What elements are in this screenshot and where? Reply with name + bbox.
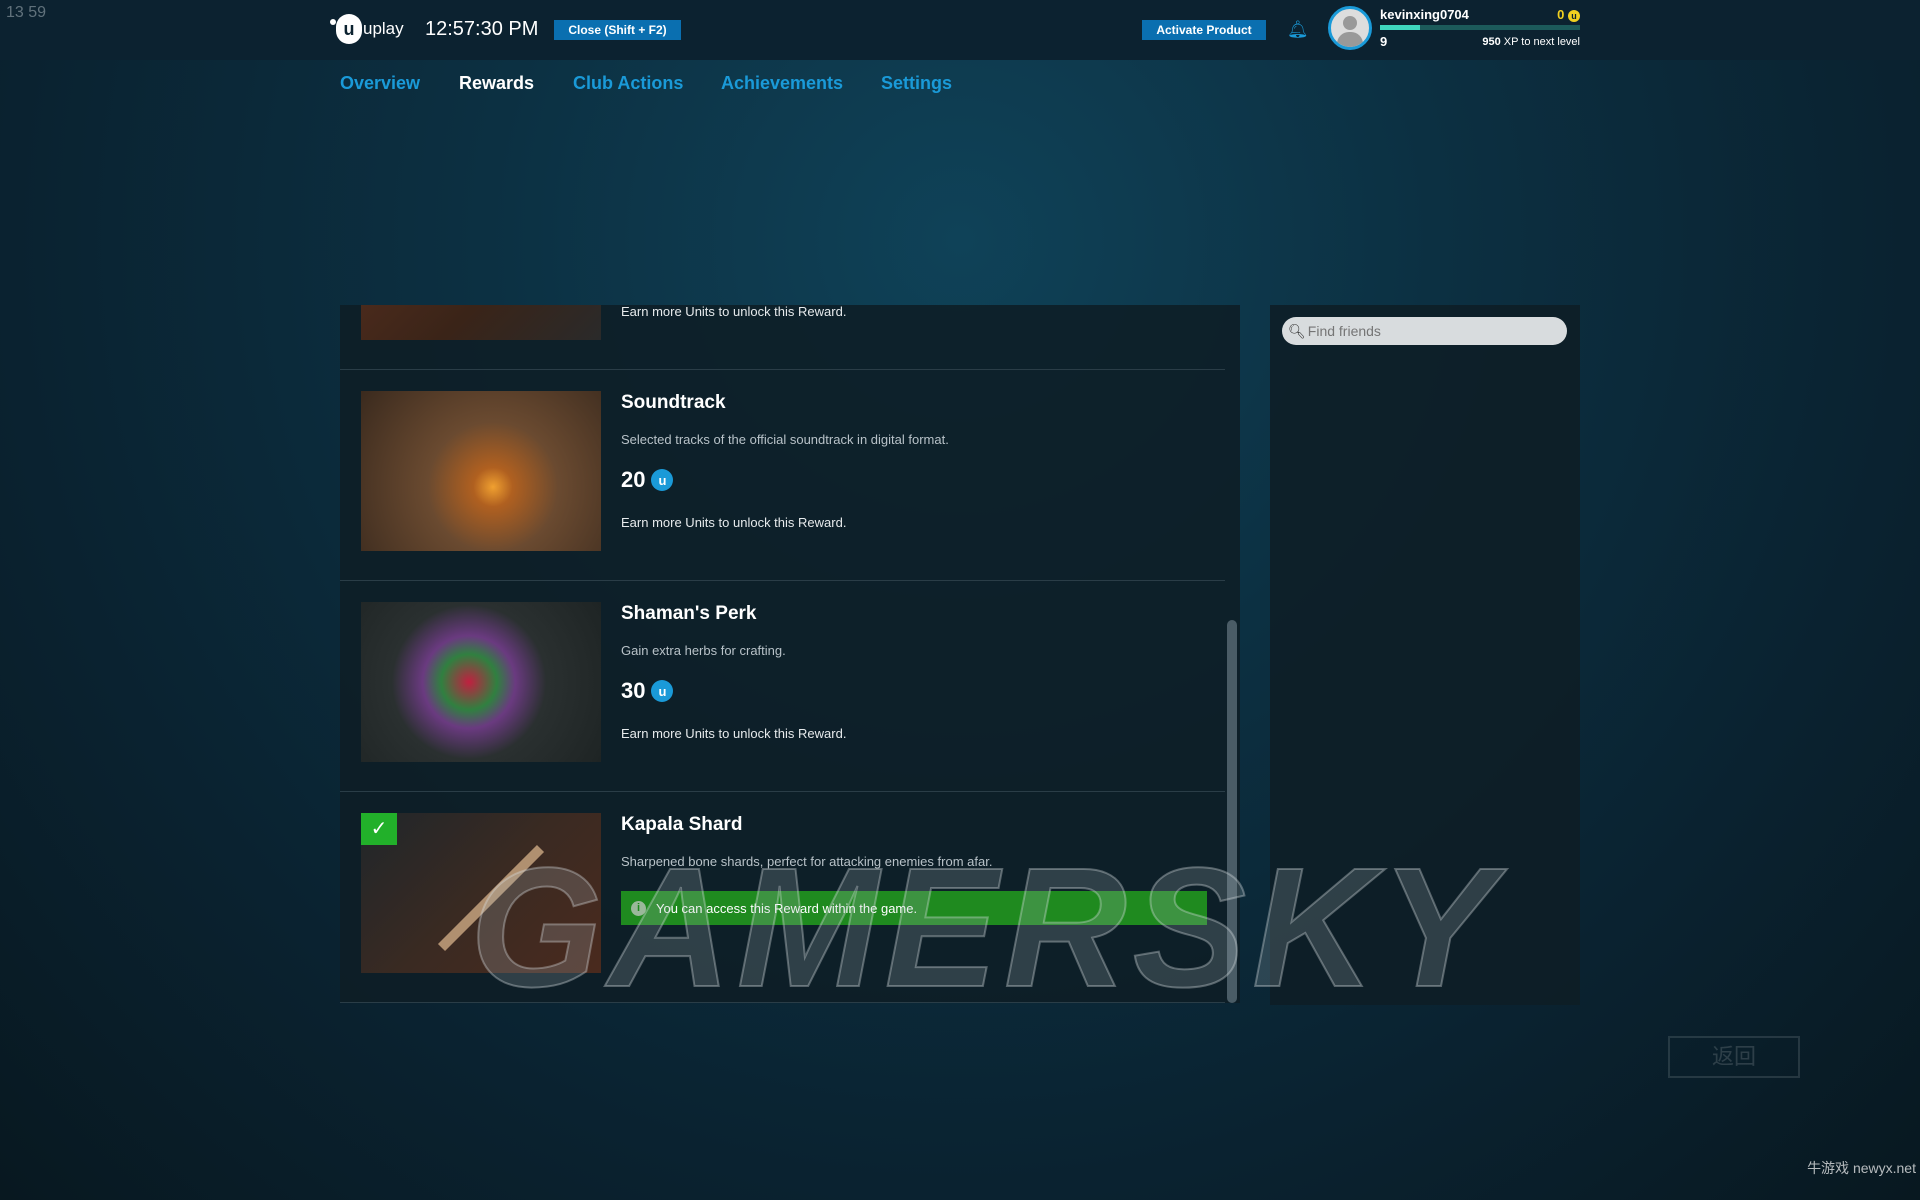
info-icon: i	[631, 900, 646, 916]
friends-panel: 🔍︎	[1270, 305, 1580, 1005]
scrollbar[interactable]	[1227, 620, 1237, 1003]
units-coin-icon: u	[1568, 10, 1580, 22]
reward-image	[361, 602, 601, 762]
username: kevinxing0704	[1380, 7, 1469, 22]
reward-title: Kapala Shard	[621, 814, 743, 835]
xp-bar	[1380, 25, 1580, 30]
reward-image	[361, 305, 601, 340]
reward-price: 20 u	[621, 467, 674, 493]
close-overlay-button[interactable]: Close (Shift + F2)	[554, 20, 681, 40]
activate-product-button[interactable]: Activate Product	[1142, 20, 1266, 40]
reward-title: Soundtrack	[621, 392, 726, 413]
reward-image: ✓	[361, 813, 601, 973]
corner-text: 13 59	[6, 4, 47, 21]
reward-title: Shaman's Perk	[621, 603, 757, 624]
tab-rewards[interactable]: Rewards	[459, 73, 534, 94]
xp-to-next: 950 XP to next level	[1482, 36, 1580, 48]
search-icon: 🔍︎	[1288, 322, 1306, 339]
friends-search[interactable]: 🔍︎	[1282, 317, 1567, 345]
back-button[interactable]: 返回	[1668, 1036, 1800, 1078]
reward-status: Earn more Units to unlock this Reward.	[621, 726, 847, 741]
reward-description: Gain extra herbs for crafting.	[621, 643, 786, 658]
reward-item: Earn more Units to unlock this Reward.	[340, 305, 1225, 370]
reward-item[interactable]: Shaman's Perk Gain extra herbs for craft…	[340, 581, 1225, 792]
reward-item[interactable]: ✓ Kapala Shard Sharpened bone shards, pe…	[340, 792, 1225, 1003]
uplay-logo: u uplay	[330, 14, 404, 44]
reward-item[interactable]: Soundtrack Selected tracks of the offici…	[340, 370, 1225, 581]
reward-access-notice: i You can access this Reward within the …	[621, 891, 1207, 925]
level: 9	[1380, 34, 1388, 49]
reward-status: Earn more Units to unlock this Reward.	[621, 515, 847, 530]
clock: 12:57:30 PM	[425, 18, 539, 40]
avatar[interactable]	[1328, 6, 1372, 50]
site-watermark: 牛游戏 newyx.net	[1807, 1160, 1916, 1176]
bell-icon[interactable]: 🔔︎	[1287, 20, 1309, 40]
tab-achievements[interactable]: Achievements	[721, 73, 843, 94]
reward-price: 30 u	[621, 678, 674, 704]
reward-image	[361, 391, 601, 551]
reward-description: Selected tracks of the official soundtra…	[621, 432, 949, 447]
unlocked-check-icon: ✓	[361, 813, 397, 845]
units-balance: 0 u	[1540, 7, 1580, 22]
tab-overview[interactable]: Overview	[340, 73, 420, 94]
rewards-list: Earn more Units to unlock this Reward. S…	[340, 305, 1240, 1003]
top-bar: u uplay 12:57:30 PM Close (Shift + F2) A…	[0, 0, 1920, 60]
units-coin-icon: u	[651, 680, 674, 702]
tab-club-actions[interactable]: Club Actions	[573, 73, 683, 94]
reward-status: Earn more Units to unlock this Reward.	[621, 305, 847, 319]
units-coin-icon: u	[651, 469, 674, 491]
reward-description: Sharpened bone shards, perfect for attac…	[621, 854, 993, 869]
find-friends-input[interactable]	[1307, 323, 1548, 339]
tab-settings[interactable]: Settings	[881, 73, 952, 94]
